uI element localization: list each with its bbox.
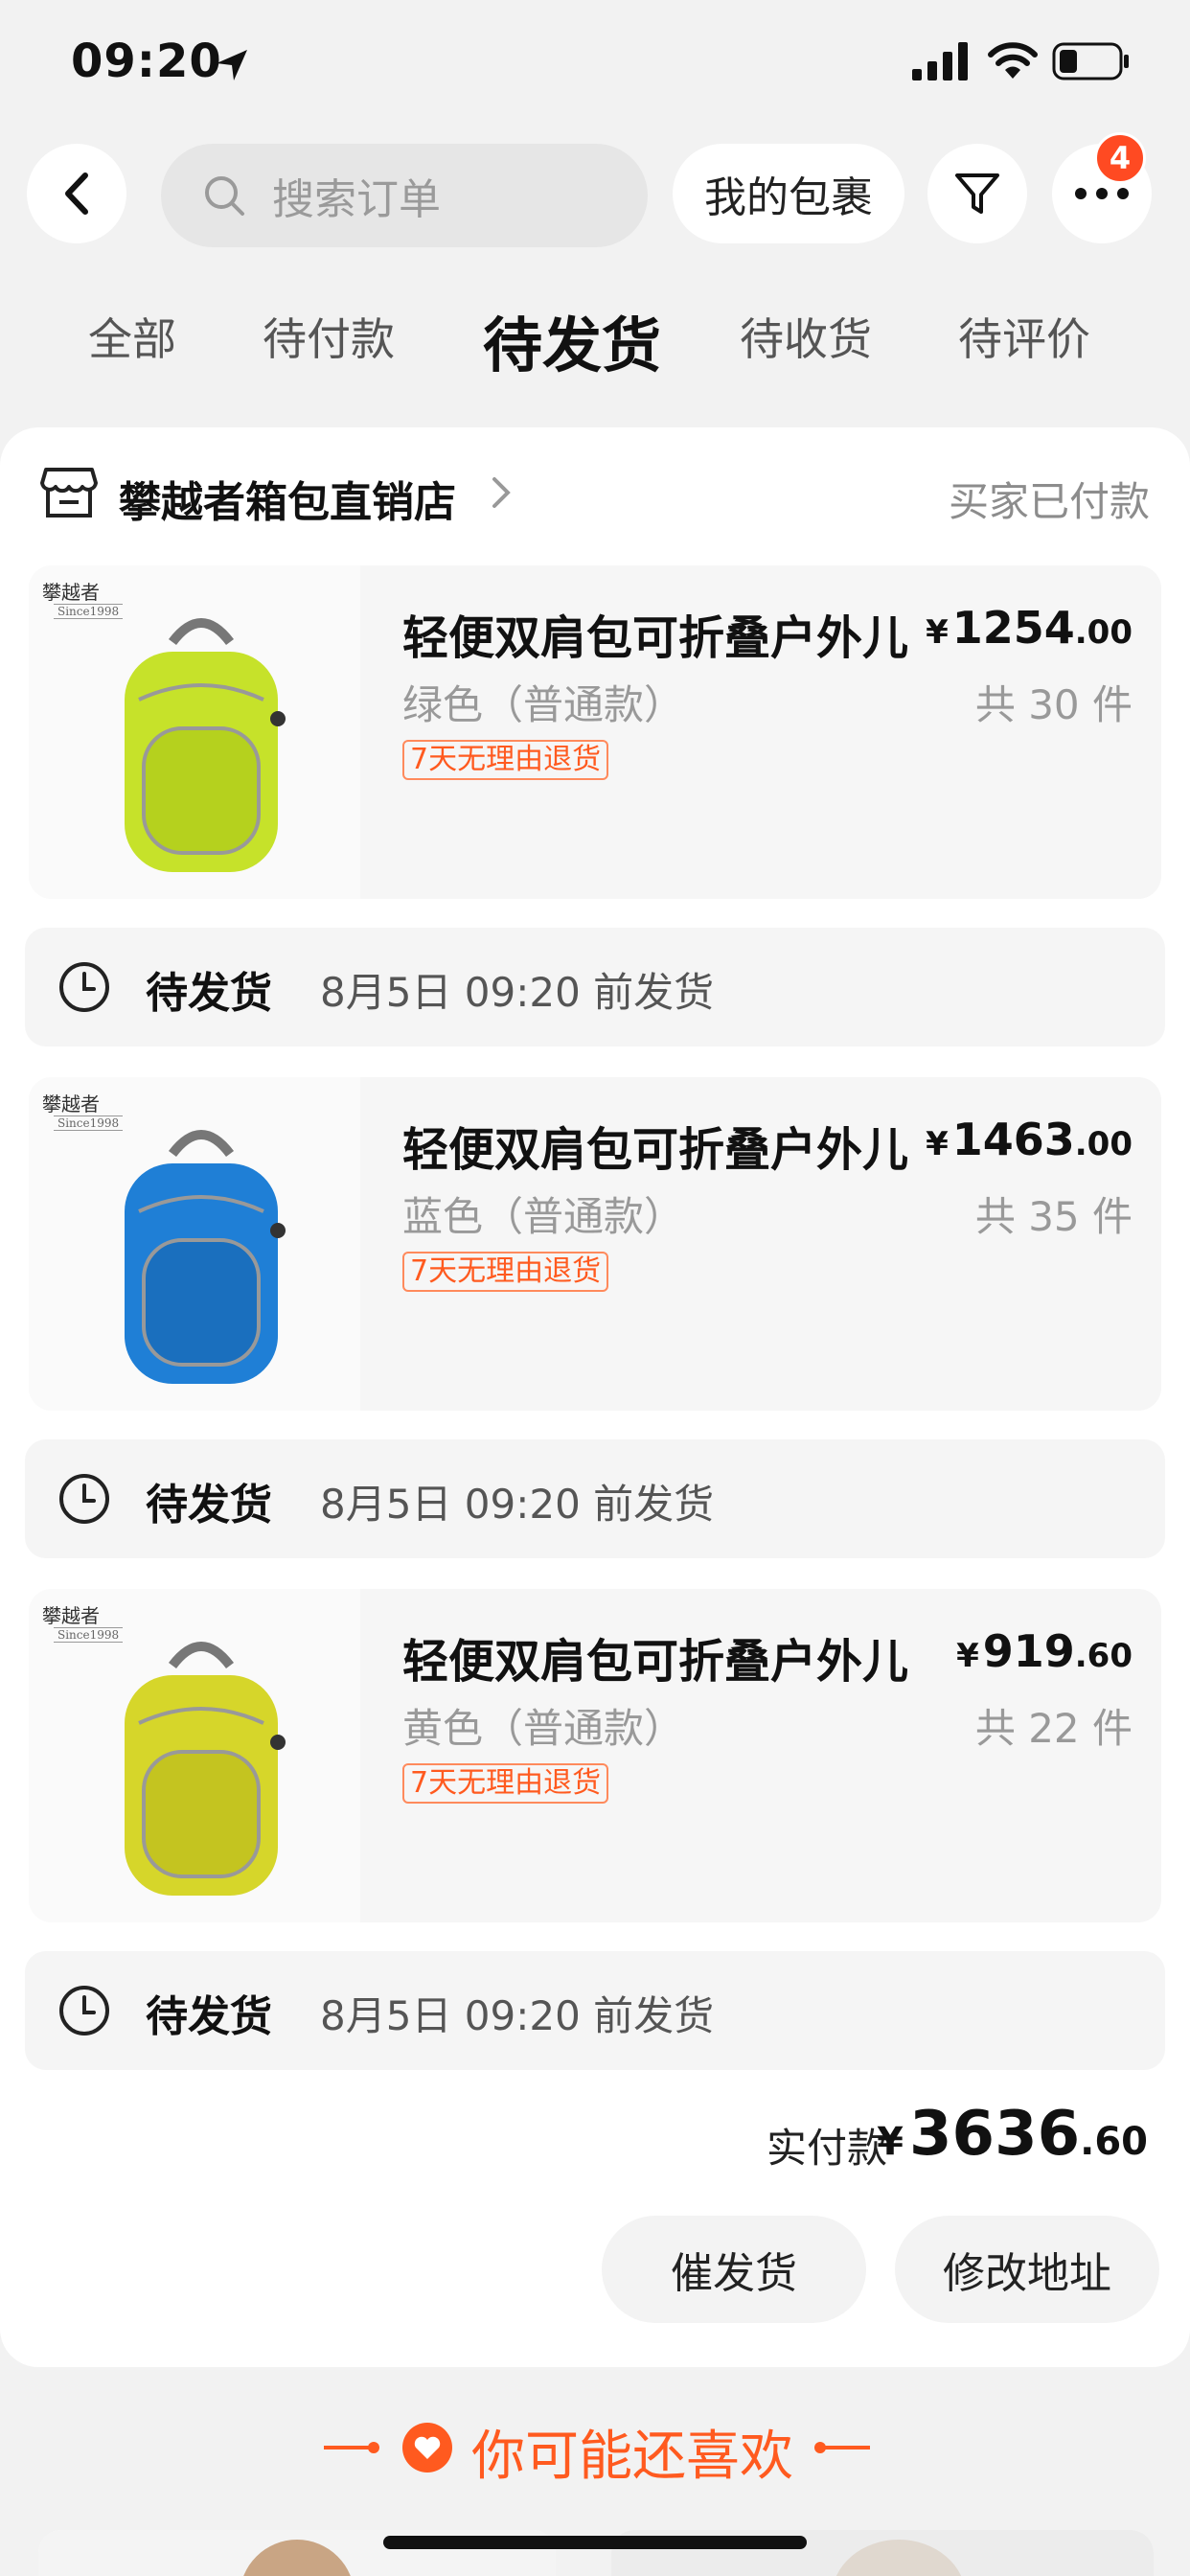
product-title: 轻便双肩包可折叠户外儿	[402, 611, 909, 665]
brand-logo: 攀越者	[42, 1092, 100, 1116]
back-button[interactable]	[27, 144, 126, 243]
status-bar: 09:20	[0, 0, 1190, 134]
product-title: 轻便双肩包可折叠户外儿	[402, 1123, 909, 1177]
more-dots-icon	[1075, 188, 1129, 199]
chevron-right-icon	[492, 477, 511, 508]
heart-icon	[402, 2423, 452, 2472]
product-thumbnail[interactable]: 攀越者 Since1998	[29, 1589, 360, 1922]
divider	[368, 2442, 379, 2453]
filter-button[interactable]	[927, 144, 1027, 243]
return-policy-tag: 7天无理由退货	[402, 740, 609, 780]
search-placeholder: 搜索订单	[272, 175, 441, 224]
order-item[interactable]: 攀越者 Since1998 轻便双肩包可折叠户外儿 ¥1463.00 蓝色（普通…	[29, 1077, 1161, 1411]
return-policy-tag: 7天无理由退货	[402, 1252, 609, 1292]
order-item[interactable]: 攀越者 Since1998 轻便双肩包可折叠户外儿 ¥1254.00 绿色（普通…	[29, 565, 1161, 899]
brand-logo: 攀越者	[42, 581, 100, 604]
status-time: 09:20	[71, 34, 222, 88]
product-variant: 蓝色（普通款）	[402, 1193, 685, 1240]
backpack-image	[125, 618, 286, 872]
product-price: ¥1254.00	[926, 602, 1133, 654]
wifi-icon	[988, 42, 1038, 79]
shipping-status: 待发货	[146, 1992, 272, 2041]
product-variant: 绿色（普通款）	[402, 681, 685, 728]
clock-icon	[59, 962, 109, 1012]
product-thumbnail[interactable]: 攀越者 Since1998	[29, 565, 360, 899]
filter-icon	[955, 173, 999, 214]
tab-pending-payment[interactable]: 待付款	[263, 305, 395, 368]
notification-badge: 4	[1094, 132, 1146, 184]
shop-icon	[40, 468, 98, 518]
tab-all[interactable]: 全部	[88, 305, 176, 368]
shop-name[interactable]: 攀越者箱包直销店	[119, 468, 456, 529]
product-thumbnail[interactable]: 攀越者 Since1998	[29, 1077, 360, 1411]
divider	[822, 2446, 870, 2450]
recommend-title: 你可能还喜欢	[471, 2426, 793, 2488]
total-label: 实付款	[767, 2125, 888, 2172]
search-icon	[205, 176, 244, 216]
divider	[324, 2446, 372, 2450]
return-policy-tag: 7天无理由退货	[402, 1763, 609, 1804]
location-arrow-icon	[217, 50, 247, 80]
product-price: ¥919.60	[956, 1625, 1133, 1677]
backpack-image	[125, 1130, 286, 1384]
order-item[interactable]: 攀越者 Since1998 轻便双肩包可折叠户外儿 ¥919.60 黄色（普通款…	[29, 1589, 1161, 1922]
home-indicator[interactable]	[383, 2536, 807, 2549]
chevron-left-icon	[65, 172, 88, 215]
clock-icon	[59, 1474, 109, 1524]
shipping-status-row: 待发货 8月5日 09:20 前发货	[25, 1439, 1165, 1558]
battery-icon	[1052, 42, 1129, 80]
cellular-signal-icon	[912, 42, 968, 80]
order-status: 买家已付款	[948, 478, 1150, 525]
shipping-status: 待发货	[146, 969, 272, 1018]
product-quantity: 共 22 件	[974, 1705, 1133, 1752]
brand-logo: 攀越者	[42, 1604, 100, 1627]
product-quantity: 共 35 件	[974, 1193, 1133, 1240]
change-address-button[interactable]: 修改地址	[895, 2216, 1159, 2323]
product-price: ¥1463.00	[926, 1114, 1133, 1165]
product-variant: 黄色（普通款）	[402, 1705, 685, 1752]
my-packages-button[interactable]: 我的包裹	[673, 144, 904, 243]
search-input[interactable]: 搜索订单	[161, 144, 648, 247]
tab-pending-review[interactable]: 待评价	[958, 305, 1090, 368]
product-quantity: 共 30 件	[974, 681, 1133, 728]
shipping-status: 待发货	[146, 1481, 272, 1530]
tab-pending-shipment[interactable]: 待发货	[483, 297, 661, 383]
shipping-status-row: 待发货 8月5日 09:20 前发货	[25, 928, 1165, 1046]
product-title: 轻便双肩包可折叠户外儿	[402, 1635, 909, 1689]
shipping-deadline: 8月5日 09:20 前发货	[320, 1992, 715, 2039]
tab-pending-receipt[interactable]: 待收货	[740, 305, 872, 368]
shipping-deadline: 8月5日 09:20 前发货	[320, 969, 715, 1016]
backpack-image	[125, 1642, 286, 1896]
shipping-status-row: 待发货 8月5日 09:20 前发货	[25, 1951, 1165, 2070]
urge-shipment-button[interactable]: 催发货	[602, 2216, 866, 2323]
total-amount: ¥3636.60	[877, 2099, 1148, 2170]
clock-icon	[59, 1986, 109, 2036]
shipping-deadline: 8月5日 09:20 前发货	[320, 1481, 715, 1528]
